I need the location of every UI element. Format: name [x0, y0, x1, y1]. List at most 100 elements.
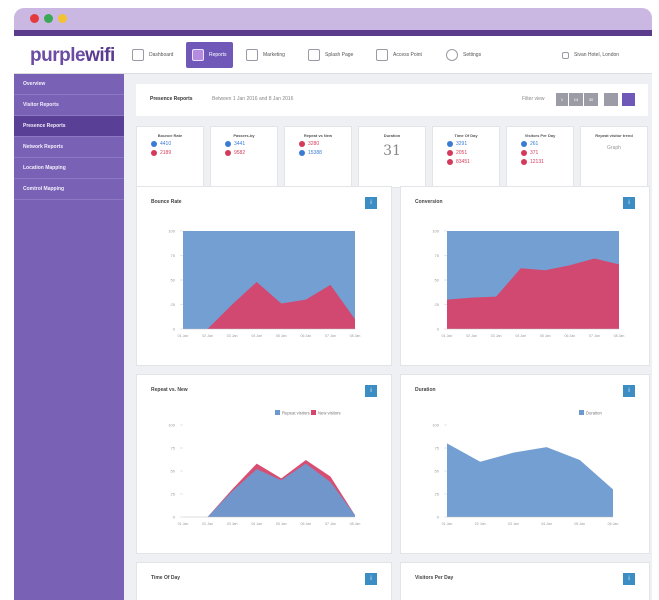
- kpi-value-row: 3291: [447, 141, 499, 147]
- y-tick-label: 25: [171, 302, 176, 307]
- y-tick-label: 0: [437, 515, 440, 520]
- x-tick-label: 04 Jan: [251, 334, 262, 338]
- y-tick-label: 0: [437, 327, 440, 332]
- legend-swatch: [311, 410, 316, 415]
- close-window-icon[interactable]: [30, 14, 39, 23]
- sidebar-item-comtrol-mapping[interactable]: Comtrol Mapping: [14, 179, 124, 200]
- calendar-icon[interactable]: [604, 93, 618, 106]
- logo[interactable]: purplewifi: [30, 45, 115, 67]
- person-icon: [447, 150, 453, 156]
- sidebar-item-presence-reports[interactable]: Presence Reports: [14, 116, 124, 137]
- conversion-card: Conversion i 0 25 50 75 100 01 Jan 02 Jan 03 Ja…: [400, 186, 650, 366]
- x-tick-label: 06 Jan: [300, 522, 311, 526]
- info-icon[interactable]: i: [623, 573, 635, 585]
- nav-settings[interactable]: Settings: [446, 42, 481, 68]
- y-tick-label: 100: [168, 229, 175, 234]
- visitors-per-day-card: Visitors Per Day i: [400, 562, 650, 600]
- maximize-window-icon[interactable]: [58, 14, 67, 23]
- y-tick-label: 75: [435, 446, 440, 451]
- x-tick-label: 02 Jan: [202, 334, 213, 338]
- filter-1-button[interactable]: 1: [556, 93, 568, 106]
- kpi-value: 9582: [234, 150, 246, 156]
- x-tick-label: 05 Jan: [540, 334, 551, 338]
- kpi-value: 12131: [530, 159, 544, 165]
- access-point-icon: [376, 49, 388, 61]
- kpi-duration[interactable]: Duration 31: [358, 126, 426, 188]
- nav-splash-page[interactable]: Splash Page: [308, 42, 353, 68]
- x-tick-label: 06 Jan: [608, 522, 619, 526]
- y-tick-label: 100: [168, 423, 175, 428]
- red-dot-icon: [225, 150, 231, 156]
- kpi-passers-by[interactable]: Passers-by 3441 9582: [210, 126, 278, 188]
- sidebar-item-location-mapping[interactable]: Location Mapping: [14, 158, 124, 179]
- venue-selector[interactable]: Sivan Hotel, London: [562, 42, 619, 68]
- x-tick-label: 01 Jan: [442, 334, 453, 338]
- nav-marketing[interactable]: Marketing: [246, 42, 285, 68]
- person-icon: [447, 141, 453, 147]
- page-title: Presence Reports: [150, 96, 193, 102]
- person-icon: [521, 159, 527, 165]
- filter-30-button[interactable]: 30: [584, 93, 598, 106]
- legend-swatch: [275, 410, 280, 415]
- filter-14-button[interactable]: 14: [569, 93, 583, 106]
- minimize-window-icon[interactable]: [44, 14, 53, 23]
- kpi-repeat-vs-new[interactable]: Repeat vs New 3280 15388: [284, 126, 352, 188]
- browser-window: purplewifi Dashboard Reports Marketing S…: [14, 8, 652, 600]
- kpi-repeat-visitor-trend[interactable]: Repeat visitor trend Graph: [580, 126, 648, 188]
- sidebar-item-overview[interactable]: Overview: [14, 74, 124, 95]
- x-tick-label: 01 Jan: [178, 522, 189, 526]
- kpi-label: Bounce Rate: [157, 133, 183, 138]
- x-tick-label: 04 Jan: [541, 522, 552, 526]
- x-tick-label: 04 Jan: [251, 522, 262, 526]
- x-tick-label: 06 Jan: [300, 334, 311, 338]
- x-tick-label: 05 Jan: [574, 522, 585, 526]
- kpi-value-row: 12131: [521, 159, 573, 165]
- venue-label: Sivan Hotel, London: [574, 52, 620, 58]
- kpi-visitors-per-day[interactable]: Visitors Per Day 261 371 12131: [506, 126, 574, 188]
- nav-label: Splash Page: [325, 52, 354, 58]
- info-icon[interactable]: i: [365, 573, 377, 585]
- series-area-0: [447, 443, 613, 517]
- y-tick-label: 25: [435, 302, 440, 307]
- kpi-label: Repeat visitor trend: [595, 133, 633, 138]
- kpi-value: 371: [530, 150, 539, 156]
- report-toolbar: Presence Reports Between 1 Jan 2016 and …: [136, 84, 648, 116]
- x-tick-label: 05 Jan: [276, 522, 287, 526]
- date-range-text: Between 1 Jan 2016 and 8 Jan 2016: [212, 96, 294, 102]
- kpi-value: Graph: [607, 145, 621, 151]
- title-bar: [14, 8, 652, 30]
- x-tick-label: 03 Jan: [227, 334, 238, 338]
- y-tick-label: 75: [171, 253, 176, 258]
- x-tick-label: 08 Jan: [614, 334, 625, 338]
- sidebar-item-network-reports[interactable]: Network Reports: [14, 137, 124, 158]
- sidebar-item-visitor-reports[interactable]: Visitor Reports: [14, 95, 124, 116]
- kpi-value: 4410: [160, 141, 172, 147]
- x-tick-label: 02 Jan: [475, 522, 486, 526]
- y-tick-label: 25: [171, 492, 176, 497]
- nav-reports[interactable]: Reports: [186, 42, 233, 68]
- x-tick-label: 02 Jan: [466, 334, 477, 338]
- filter-label: Filter view: [522, 96, 545, 102]
- y-tick-label: 50: [171, 469, 176, 474]
- y-tick-label: 0: [173, 327, 176, 332]
- legend-swatch: [579, 410, 584, 415]
- kpi-value-row: 371: [521, 150, 573, 156]
- kpi-value: 3441: [234, 141, 246, 147]
- y-tick-label: 50: [435, 469, 440, 474]
- kpi-time-of-day[interactable]: Time Of Day 3291 2051 83451: [432, 126, 500, 188]
- export-icon[interactable]: [622, 93, 635, 106]
- nav-label: Settings: [463, 52, 482, 58]
- logo-bold-text: wifi: [85, 45, 115, 66]
- kpi-label: Passers-by: [233, 133, 255, 138]
- bounce-rate-card: Bounce Rate i 0 25 50 75 100 01 Jan 02 Jan 03 J…: [136, 186, 392, 366]
- nav-access-point[interactable]: Access Point: [376, 42, 422, 68]
- blue-dot-icon: [225, 141, 231, 147]
- kpi-value: 261: [530, 141, 539, 147]
- nav-dashboard[interactable]: Dashboard: [132, 42, 173, 68]
- duration-card: Duration i 0 25 50 75 100 01 Jan 02 Jan 03 Jan 0…: [400, 374, 650, 554]
- nav-label: Dashboard: [149, 52, 174, 58]
- kpi-strip: Bounce Rate 4410 2189 Passers-by 3441 95…: [136, 126, 652, 188]
- kpi-bounce-rate[interactable]: Bounce Rate 4410 2189: [136, 126, 204, 188]
- card-title: Time Of Day: [151, 575, 181, 581]
- kpi-value-row: 2189: [151, 150, 203, 156]
